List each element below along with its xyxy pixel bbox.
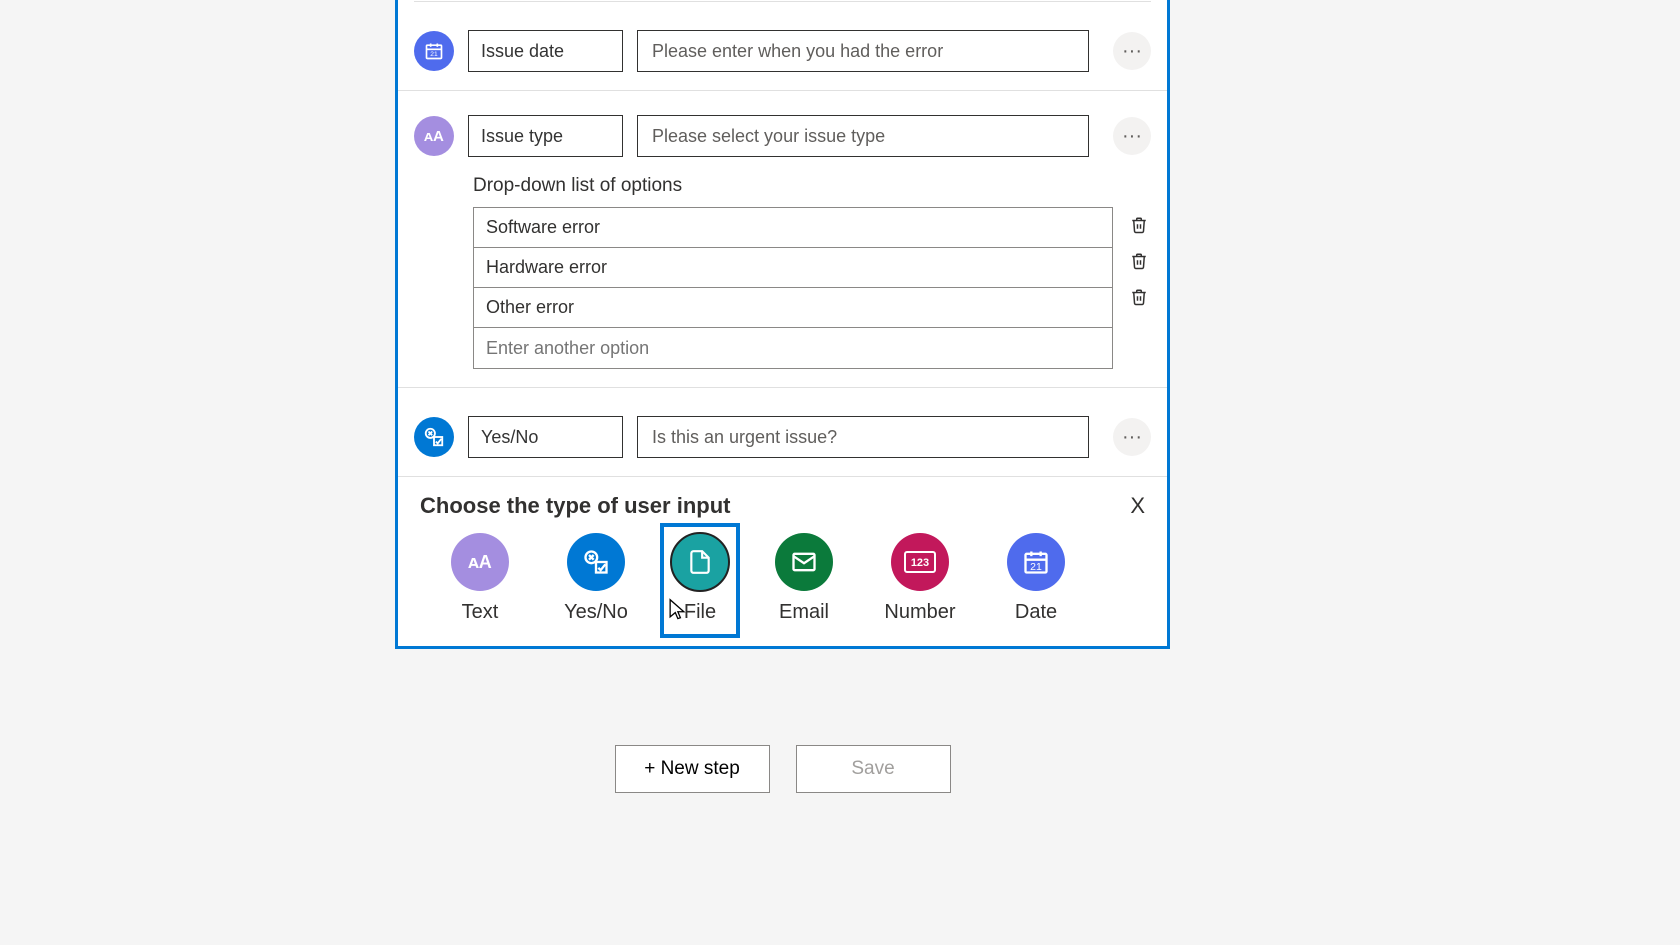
new-step-button[interactable]: + New step xyxy=(615,745,770,793)
type-label: File xyxy=(684,601,716,624)
ellipsis-icon: ··· xyxy=(1122,426,1142,449)
dropdown-options-label: Drop-down list of options xyxy=(473,175,1167,197)
trash-icon[interactable] xyxy=(1127,251,1151,271)
designer-footer: + New step Save xyxy=(395,745,1170,793)
input-type-text[interactable]: ᴀA Text xyxy=(440,533,520,624)
more-options-button[interactable]: ··· xyxy=(1113,32,1151,70)
calendar-icon: 21 xyxy=(1007,533,1065,591)
type-label: Number xyxy=(884,601,955,624)
text-icon: ᴀA xyxy=(451,533,509,591)
dropdown-options-list xyxy=(398,207,1167,369)
input-type-file[interactable]: File xyxy=(660,523,740,638)
svg-text:21: 21 xyxy=(430,51,438,58)
trigger-card: 21 ··· ᴀA ··· Drop-down list of options xyxy=(395,0,1170,649)
text-icon: ᴀA xyxy=(414,116,454,156)
input-name-field[interactable] xyxy=(468,115,623,157)
type-label: Yes/No xyxy=(564,601,628,624)
close-button[interactable]: X xyxy=(1130,493,1145,519)
trash-icon[interactable] xyxy=(1127,215,1151,235)
type-label: Date xyxy=(1015,601,1057,624)
dropdown-option-input[interactable] xyxy=(474,248,1112,288)
ellipsis-icon: ··· xyxy=(1122,40,1142,63)
input-type-email[interactable]: Email xyxy=(764,533,844,624)
yesno-icon xyxy=(414,417,454,457)
input-section-date: 21 ··· xyxy=(398,2,1167,91)
save-button[interactable]: Save xyxy=(796,745,951,793)
email-icon xyxy=(775,533,833,591)
dropdown-option-new[interactable] xyxy=(474,328,1112,368)
input-section-yesno: ··· xyxy=(398,388,1167,477)
more-options-button[interactable]: ··· xyxy=(1113,117,1151,155)
input-name-field[interactable] xyxy=(468,416,623,458)
input-section-type: ᴀA ··· Drop-down list of options xyxy=(398,91,1167,388)
input-description-field[interactable] xyxy=(637,30,1089,72)
ellipsis-icon: ··· xyxy=(1122,125,1142,148)
file-icon xyxy=(671,533,729,591)
input-description-field[interactable] xyxy=(637,416,1089,458)
trash-icon[interactable] xyxy=(1127,287,1151,307)
input-name-field[interactable] xyxy=(468,30,623,72)
input-type-date[interactable]: 21 Date xyxy=(996,533,1076,624)
input-description-field[interactable] xyxy=(637,115,1089,157)
yesno-icon xyxy=(567,533,625,591)
chooser-title: Choose the type of user input xyxy=(420,493,730,519)
type-label: Text xyxy=(462,601,499,624)
input-type-number[interactable]: 123 Number xyxy=(880,533,960,624)
dropdown-option-input[interactable] xyxy=(474,288,1112,328)
input-type-chooser: Choose the type of user input X ᴀA Text … xyxy=(398,477,1167,646)
number-icon: 123 xyxy=(891,533,949,591)
svg-text:21: 21 xyxy=(1030,561,1042,573)
type-label: Email xyxy=(779,601,829,624)
input-type-yesno[interactable]: Yes/No xyxy=(556,533,636,624)
calendar-icon: 21 xyxy=(414,31,454,71)
svg-text:123: 123 xyxy=(911,557,929,569)
dropdown-option-input[interactable] xyxy=(474,208,1112,248)
more-options-button[interactable]: ··· xyxy=(1113,418,1151,456)
